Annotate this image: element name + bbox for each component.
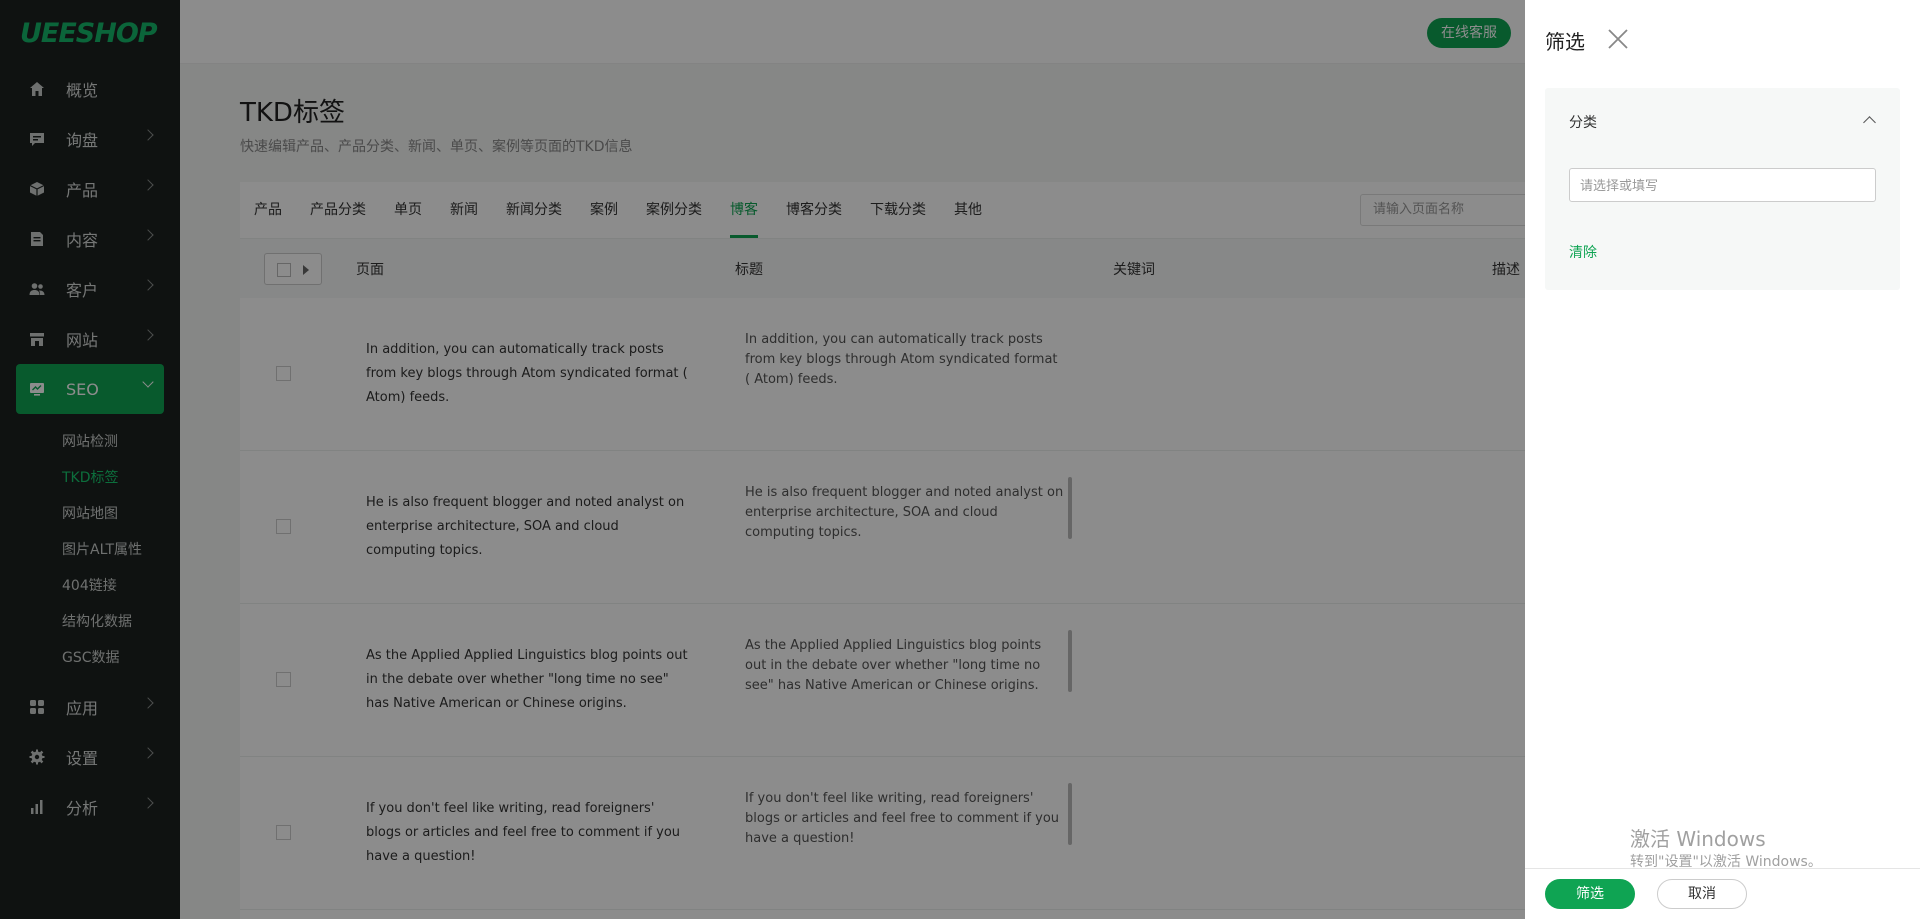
- category-filter-panel: 分类 清除: [1545, 88, 1900, 290]
- filter-drawer: 筛选 分类 清除 激活 Windows 转到"设置"以激活 Windows。 筛…: [1525, 0, 1920, 919]
- chevron-up-icon[interactable]: [1863, 116, 1876, 129]
- clear-link[interactable]: 清除: [1569, 242, 1597, 262]
- close-icon[interactable]: [1607, 28, 1629, 50]
- category-input[interactable]: [1569, 168, 1876, 202]
- category-label: 分类: [1569, 115, 1597, 131]
- modal-overlay[interactable]: [0, 0, 1525, 919]
- cancel-button[interactable]: 取消: [1657, 879, 1747, 909]
- drawer-footer: 筛选 取消: [1525, 868, 1920, 919]
- filter-submit-button[interactable]: 筛选: [1545, 879, 1635, 909]
- drawer-title: 筛选: [1545, 30, 1585, 54]
- windows-activation-watermark: 激活 Windows: [1630, 827, 1766, 851]
